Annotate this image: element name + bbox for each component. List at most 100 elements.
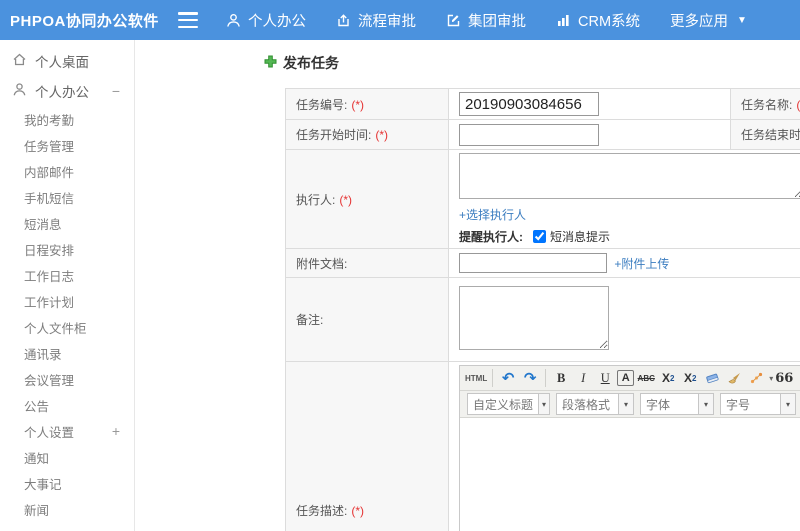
sidebar-item-announcement[interactable]: 公告 bbox=[0, 392, 134, 418]
font-border-button[interactable]: A bbox=[617, 370, 635, 386]
attachment-upload-link[interactable]: +附件上传 bbox=[614, 257, 669, 271]
sms-remind-label: 短消息提示 bbox=[550, 230, 611, 244]
main-content: 发布任务 任务编号:(*) 任务名称:(*) 任务开始时间:( bbox=[136, 40, 800, 531]
bar-chart-icon bbox=[556, 13, 571, 28]
superscript-button[interactable]: X2 bbox=[658, 368, 678, 388]
sidebar-item-personal-office[interactable]: 个人办公 − bbox=[0, 76, 134, 106]
sidebar-item-label: 会议管理 bbox=[24, 373, 75, 388]
start-time-label: 任务开始时间: bbox=[296, 128, 372, 142]
caret-down-icon[interactable]: ▾ bbox=[769, 374, 773, 383]
sidebar-item-label: 通讯录 bbox=[24, 347, 62, 362]
end-time-label: 任务结束时间: bbox=[741, 128, 800, 142]
required-marker: (*) bbox=[351, 97, 365, 112]
sidebar-item-personal-settings[interactable]: 个人设置 + bbox=[0, 418, 134, 444]
sidebar-item-task-management[interactable]: 任务管理 bbox=[0, 132, 134, 158]
sidebar-item-work-plan[interactable]: 工作计划 bbox=[0, 288, 134, 314]
eraser-icon[interactable] bbox=[702, 368, 722, 388]
sidebar-item-label: 工作日志 bbox=[24, 269, 75, 284]
attachment-cell: +附件上传 bbox=[448, 248, 800, 278]
nav-item-personal-office[interactable]: 个人办公 bbox=[226, 10, 306, 31]
sidebar-item-meeting-management[interactable]: 会议管理 bbox=[0, 366, 134, 392]
nav-item-more-apps[interactable]: 更多应用 ▼ bbox=[670, 10, 747, 31]
sidebar-item-work-log[interactable]: 工作日志 bbox=[0, 262, 134, 288]
description-label: 任务描述: bbox=[296, 503, 348, 518]
sidebar-item-personal-desktop[interactable]: 个人桌面 bbox=[0, 46, 134, 76]
task-name-label: 任务名称: bbox=[741, 97, 793, 112]
sidebar-item-my-attendance[interactable]: 我的考勤 bbox=[0, 106, 134, 132]
editor-content-area[interactable] bbox=[460, 418, 800, 531]
select-value: 自定义标题 bbox=[473, 397, 534, 412]
sidebar-item-label: 个人办公 bbox=[35, 85, 89, 100]
sidebar-item-big-events[interactable]: 大事记 bbox=[0, 470, 134, 496]
end-time-label-cell: 任务结束时间:(*) bbox=[730, 119, 800, 150]
sidebar-item-label: 大事记 bbox=[24, 477, 62, 492]
attachment-label: 附件文档: bbox=[296, 256, 348, 271]
executor-label: 执行人: bbox=[296, 192, 336, 207]
nav-item-workflow-approval[interactable]: 流程审批 bbox=[336, 10, 416, 31]
choose-executor-link[interactable]: +选择执行人 bbox=[459, 208, 526, 222]
custom-heading-select[interactable]: 自定义标题 ▾ bbox=[467, 393, 550, 415]
workflow-icon bbox=[336, 13, 351, 28]
sidebar-item-schedule[interactable]: 日程安排 bbox=[0, 236, 134, 262]
remark-textarea[interactable] bbox=[459, 286, 609, 350]
toolbar-separator bbox=[492, 369, 494, 387]
paintbrush-icon[interactable] bbox=[724, 368, 744, 388]
sidebar-item-news[interactable]: 新闻 bbox=[0, 496, 134, 522]
html-source-button[interactable]: HTML bbox=[465, 368, 487, 388]
rich-text-editor: HTML ↶ ↷ B I U A ABC X2 X2 ▾ 66 自定义标题 ▾ … bbox=[459, 365, 800, 531]
strikethrough-button[interactable]: ABC bbox=[636, 368, 656, 388]
sidebar-item-label: 短消息 bbox=[24, 217, 62, 232]
bold-button[interactable]: B bbox=[551, 368, 571, 388]
font-size-select[interactable]: 字号 ▾ bbox=[720, 393, 796, 415]
task-no-input[interactable] bbox=[459, 92, 599, 116]
start-time-input[interactable] bbox=[459, 123, 599, 146]
sidebar-item-label: 个人设置 bbox=[24, 425, 75, 440]
nav-item-group-approval[interactable]: 集团审批 bbox=[446, 10, 526, 31]
attachment-input[interactable] bbox=[459, 253, 607, 273]
sidebar-item-notice[interactable]: 通知 bbox=[0, 444, 134, 470]
task-no-label: 任务编号: bbox=[296, 97, 348, 112]
sidebar-item-contacts[interactable]: 通讯录 bbox=[0, 340, 134, 366]
sms-remind-checkbox[interactable] bbox=[533, 230, 546, 243]
undo-icon[interactable]: ↶ bbox=[498, 368, 518, 388]
paragraph-format-select[interactable]: 段落格式 ▾ bbox=[556, 393, 634, 415]
required-marker: (*) bbox=[796, 97, 800, 112]
required-marker: (*) bbox=[351, 503, 365, 518]
select-value: 段落格式 bbox=[562, 397, 611, 412]
format-painter-icon[interactable] bbox=[746, 368, 766, 388]
publish-task-form: 任务编号:(*) 任务名称:(*) 任务开始时间:(*) bbox=[285, 88, 800, 531]
sidebar-item-label: 公告 bbox=[24, 399, 50, 414]
app-brand: PHPOA协同办公软件 bbox=[10, 12, 159, 30]
editor-toolbar-row-2: 自定义标题 ▾ 段落格式 ▾ 字体 ▾ 字号 ▾ bbox=[460, 391, 800, 418]
subscript-base: X bbox=[683, 371, 692, 385]
required-marker: (*) bbox=[339, 192, 353, 207]
sidebar-item-short-message[interactable]: 短消息 bbox=[0, 210, 134, 236]
superscript-base: X bbox=[661, 371, 670, 385]
top-nav: 个人办公 流程审批 集团审批 CRM系统 更多应用 ▼ bbox=[226, 10, 747, 31]
task-name-label-cell: 任务名称:(*) bbox=[730, 88, 800, 120]
underline-button[interactable]: U bbox=[595, 368, 615, 388]
hamburger-menu-icon[interactable] bbox=[178, 12, 198, 28]
subscript-button[interactable]: X2 bbox=[680, 368, 700, 388]
paste-clipboard-icon[interactable]: T bbox=[796, 368, 800, 388]
user-icon bbox=[12, 82, 27, 100]
sidebar-item-label: 工作计划 bbox=[24, 295, 75, 310]
page-title: 发布任务 bbox=[264, 53, 339, 73]
executor-textarea[interactable] bbox=[459, 153, 800, 199]
collapse-icon[interactable]: − bbox=[112, 83, 120, 99]
description-cell: HTML ↶ ↷ B I U A ABC X2 X2 ▾ 66 自定义标题 ▾ … bbox=[448, 361, 800, 531]
nav-item-crm[interactable]: CRM系统 bbox=[556, 10, 640, 31]
blockquote-button[interactable]: 66 bbox=[774, 368, 794, 388]
expand-icon[interactable]: + bbox=[112, 423, 120, 439]
add-icon bbox=[264, 55, 277, 71]
sidebar-item-internal-mail[interactable]: 内部邮件 bbox=[0, 158, 134, 184]
redo-icon[interactable]: ↷ bbox=[520, 368, 540, 388]
font-family-select[interactable]: 字体 ▾ bbox=[640, 393, 714, 415]
italic-button[interactable]: I bbox=[573, 368, 593, 388]
sidebar-item-mobile-sms[interactable]: 手机短信 bbox=[0, 184, 134, 210]
sidebar-item-personal-file-cabinet[interactable]: 个人文件柜 bbox=[0, 314, 134, 340]
caret-down-icon: ▾ bbox=[538, 394, 549, 414]
home-icon bbox=[12, 52, 27, 70]
nav-label: 个人办公 bbox=[248, 13, 306, 30]
editor-toolbar-row-1: HTML ↶ ↷ B I U A ABC X2 X2 ▾ 66 bbox=[460, 366, 800, 391]
